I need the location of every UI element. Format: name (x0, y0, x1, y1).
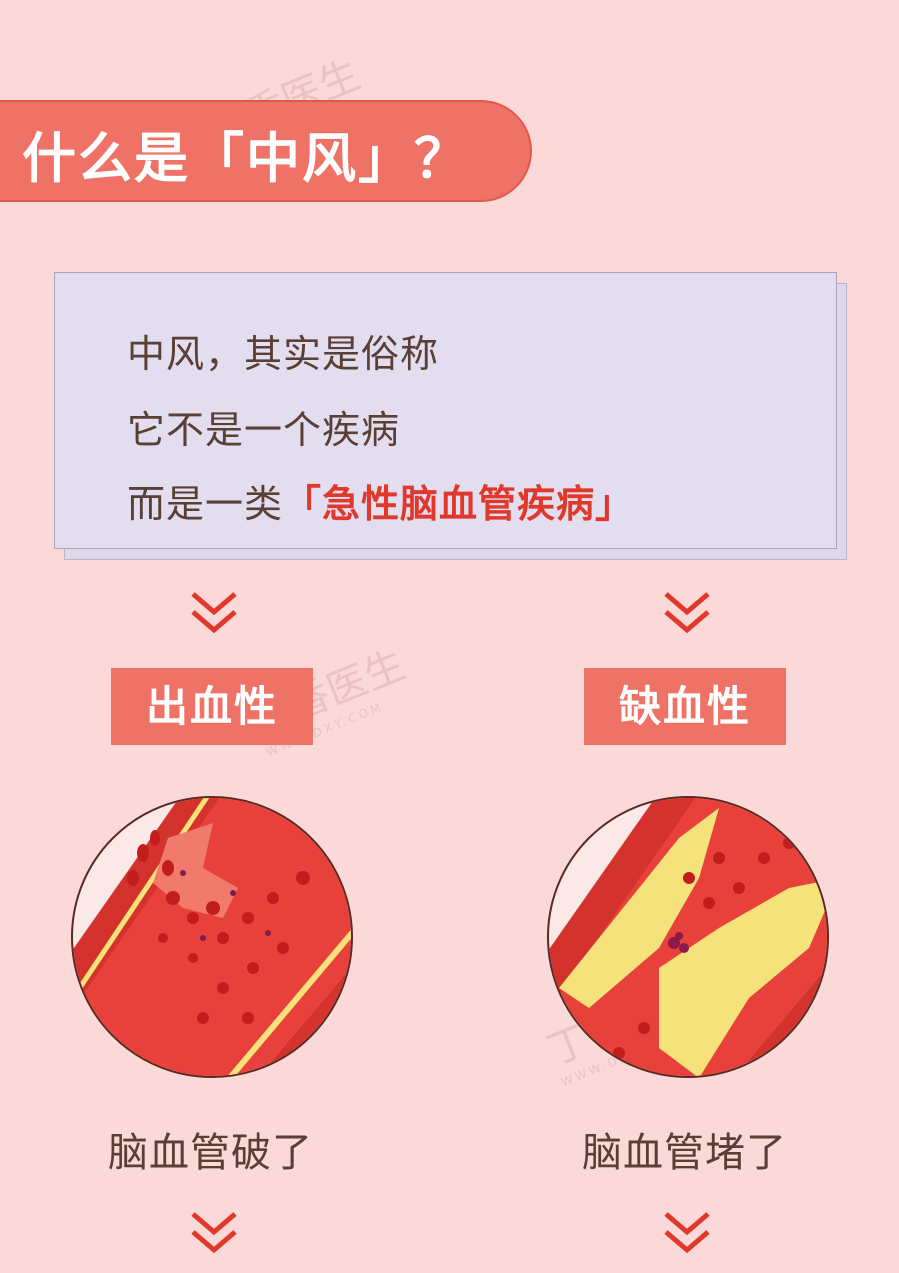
info-line-3: 而是一类「急性脑血管疾病」 (127, 473, 634, 528)
double-chevron-down-icon (664, 592, 710, 634)
hemorrhagic-vessel-illustration (71, 796, 353, 1078)
page-title: 什么是「中风」？ (22, 127, 470, 190)
ischemic-label: 缺血性 (584, 668, 786, 745)
hemorrhagic-label: 出血性 (111, 668, 313, 745)
ischemic-vessel-illustration (547, 796, 829, 1078)
double-chevron-down-icon (664, 1212, 710, 1254)
info-card: 中风，其实是俗称 它不是一个疾病 而是一类「急性脑血管疾病」 (54, 272, 837, 549)
ischemic-caption: 脑血管堵了 (582, 1130, 787, 1176)
title-banner: 什么是「中风」？ (0, 100, 532, 202)
info-line-3-prefix: 而是一类 (127, 482, 284, 526)
double-chevron-down-icon (191, 592, 237, 634)
hemorrhagic-caption: 脑血管破了 (108, 1130, 313, 1176)
info-line-2: 它不是一个疾病 (127, 408, 401, 452)
highlight-text: 「急性脑血管疾病」 (283, 482, 635, 526)
info-line-1: 中风，其实是俗称 (127, 332, 440, 376)
double-chevron-down-icon (191, 1212, 237, 1254)
